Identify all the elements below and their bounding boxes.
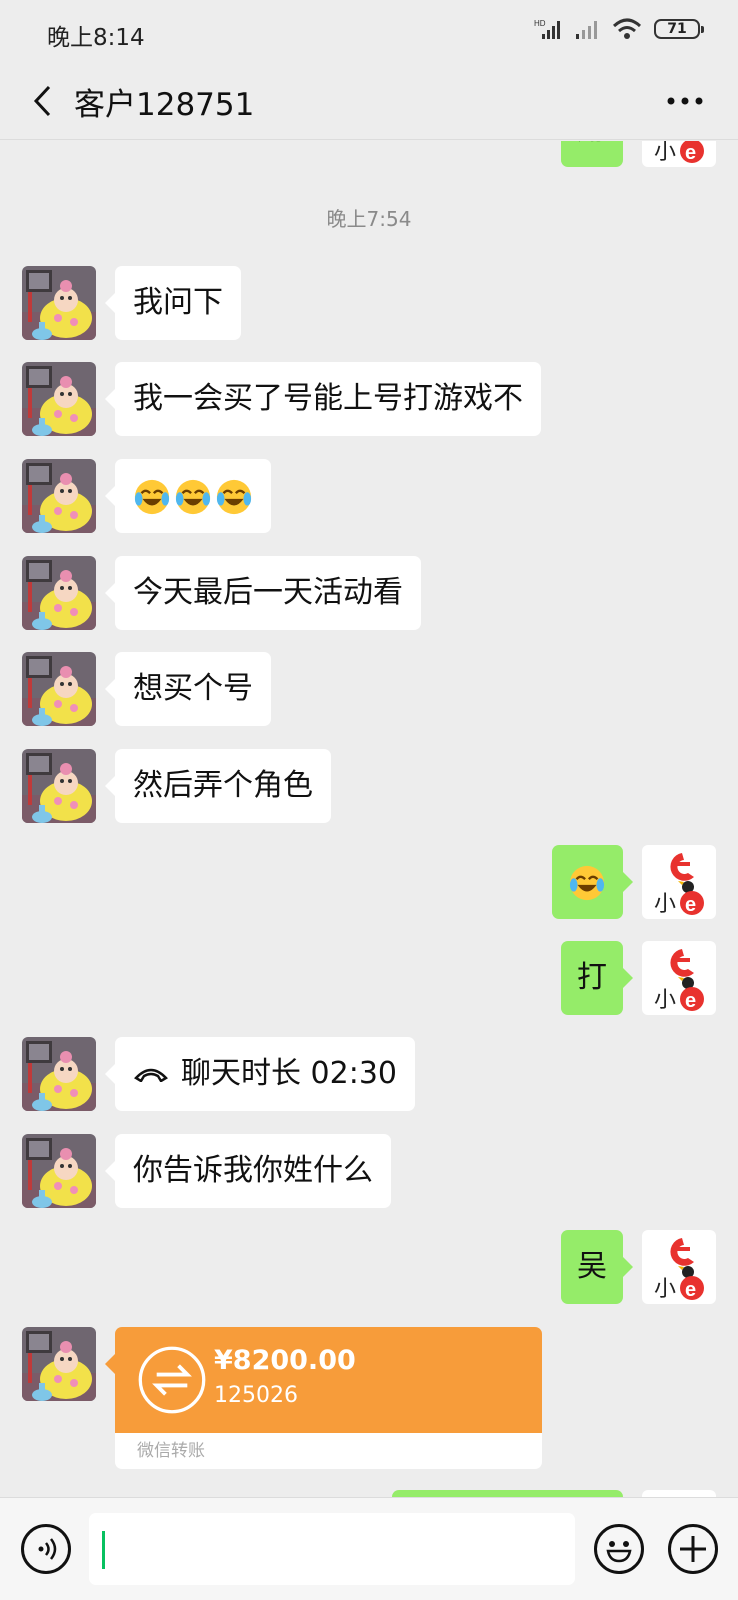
message-bubble-incoming[interactable]: 你告诉我你姓什么 [105, 1134, 391, 1208]
message-bubble-incoming[interactable]: 然后弄个角色 [105, 749, 331, 823]
contact-avatar[interactable] [22, 459, 96, 533]
laugh-cry-emoji [133, 478, 171, 516]
transfer-note: 125026 [214, 1383, 298, 1408]
input-bar [0, 1497, 738, 1600]
contact-avatar[interactable] [22, 1327, 96, 1401]
message-text: 我问下 [133, 285, 223, 320]
message-list[interactable]: 用 晚上7:54 我问下 我一会买了号能上号打游戏不 今天最后一天活动看 想买个… [0, 141, 738, 1497]
message-bubble-incoming[interactable]: 想买个号 [105, 652, 271, 726]
message-bubble-outgoing[interactable] [552, 845, 633, 919]
message-text: 你告诉我你姓什么 [133, 1153, 373, 1188]
svg-text:HD: HD [534, 19, 546, 28]
laugh-cry-emoji [215, 478, 253, 516]
transfer-card[interactable]: ¥8200.00 125026 微信转账 [115, 1327, 542, 1469]
plus-icon [680, 1536, 706, 1562]
my-avatar[interactable] [642, 1490, 716, 1497]
my-avatar[interactable] [642, 941, 716, 1015]
message-bubble-incoming[interactable]: 今天最后一天活动看 [105, 556, 421, 630]
my-avatar[interactable] [642, 141, 716, 167]
chat-header: 客户128751 [0, 64, 738, 140]
message-input[interactable] [89, 1513, 575, 1585]
chevron-left-icon [33, 85, 51, 117]
message-bubble-outgoing[interactable] [392, 1490, 623, 1497]
voice-icon [38, 1538, 57, 1560]
message-text: 用 [577, 141, 607, 147]
call-record-bubble[interactable]: 聊天时长 02:30 [105, 1037, 415, 1111]
contact-avatar[interactable] [22, 1134, 96, 1208]
back-button[interactable] [20, 78, 66, 124]
message-bubble-outgoing[interactable]: 吴 [561, 1230, 633, 1304]
chat-title: 客户128751 [74, 87, 255, 123]
emoji-button[interactable] [594, 1524, 644, 1574]
transfer-amount: ¥8200.00 [214, 1345, 356, 1376]
contact-avatar[interactable] [22, 556, 96, 630]
message-text: 我一会买了号能上号打游戏不 [133, 381, 523, 416]
message-bubble-incoming[interactable]: 我问下 [105, 266, 241, 340]
voice-button[interactable] [21, 1524, 71, 1574]
message-text: 吴 [577, 1249, 607, 1284]
text-cursor [102, 1531, 105, 1569]
contact-avatar[interactable] [22, 362, 96, 436]
wifi-icon [612, 18, 642, 39]
signal-icon [576, 21, 597, 39]
more-actions-button[interactable] [668, 1524, 718, 1574]
contact-avatar[interactable] [22, 749, 96, 823]
status-icons: HD 71 [534, 18, 704, 40]
contact-avatar[interactable] [22, 1037, 96, 1111]
more-button[interactable] [662, 78, 708, 124]
message-text: 今天最后一天活动看 [133, 575, 403, 610]
laugh-cry-emoji [568, 864, 606, 902]
emoji-icon [606, 1541, 632, 1563]
phone-hangup-icon [134, 1068, 168, 1082]
call-duration: 聊天时长 02:30 [181, 1056, 397, 1091]
transfer-card-body: ¥8200.00 125026 [115, 1327, 542, 1433]
message-text: 打 [577, 960, 607, 995]
message-bubble-outgoing[interactable]: 用 [561, 141, 623, 167]
my-avatar[interactable] [642, 1230, 716, 1304]
transfer-icon [138, 1346, 206, 1414]
timestamp: 晚上7:54 [326, 207, 412, 231]
my-avatar[interactable] [642, 845, 716, 919]
message-text: 然后弄个角色 [133, 768, 313, 803]
hd-signal-icon: HD [534, 19, 560, 39]
laugh-cry-emoji [174, 478, 212, 516]
status-bar: 晚上8:14 HD 71 [0, 0, 738, 64]
message-bubble-incoming[interactable]: 我一会买了号能上号打游戏不 [105, 362, 541, 436]
message-text: 想买个号 [133, 671, 253, 706]
contact-avatar[interactable] [22, 652, 96, 726]
more-dots-icon [667, 97, 703, 105]
bubble-tail [105, 1354, 115, 1374]
transfer-label: 微信转账 [115, 1433, 542, 1469]
battery-icon: 71 [654, 19, 704, 39]
message-bubble-incoming[interactable] [105, 459, 271, 533]
status-time: 晚上8:14 [47, 25, 145, 51]
contact-avatar[interactable] [22, 266, 96, 340]
message-bubble-outgoing[interactable]: 打 [561, 941, 633, 1015]
